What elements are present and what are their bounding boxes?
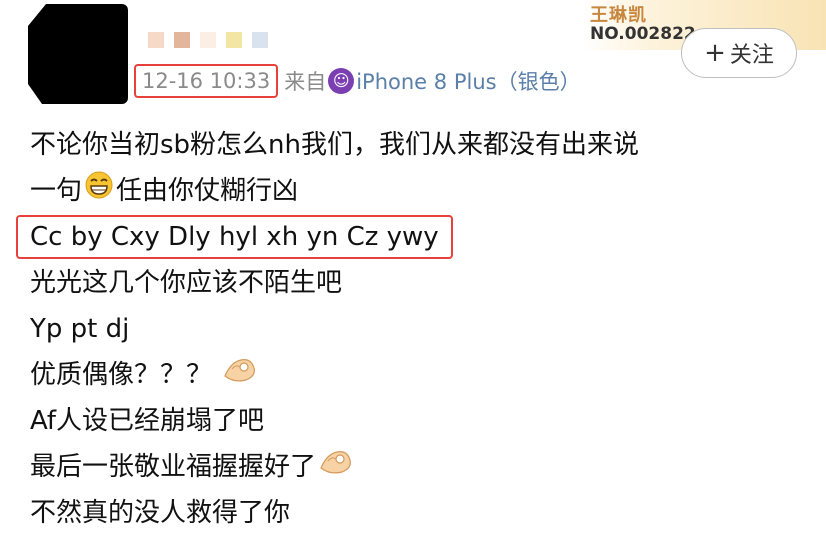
devil-emoji-icon: ☺ (328, 68, 355, 94)
source-prefix: 来自 (284, 70, 327, 94)
post-line-7: Af人设已经崩塌了吧 (30, 406, 265, 436)
post-line-2-rest: 任由你仗糊行凶 (116, 176, 299, 206)
post-line-8: 最后一张敬业福握握好了 (30, 444, 820, 490)
post-line-8-text: 最后一张敬业福握握好了 (30, 452, 317, 482)
post-line-3: Cc by Cxy Dly hyl xh yn Cz ywy (16, 214, 820, 260)
ok-hand-icon (318, 445, 354, 491)
post-line-9: 不然真的没人救得了你 (30, 498, 291, 528)
post-line-6-text: 优质偶像？？？ (30, 360, 213, 390)
post-line-5: Yp pt dj (30, 314, 130, 344)
device-link[interactable]: iPhone 8 Plus（银色） (356, 66, 580, 96)
badge-number: NO.002822 (590, 24, 696, 44)
post-line-6: 优质偶像？？？ (30, 352, 820, 398)
ok-hand-icon (222, 353, 258, 399)
post-line-1: 不论你当初sb粉怎么nh我们，我们从来都没有出来说 (30, 130, 640, 160)
post-meta: 12-16 10:33 来自 ☺ iPhone 8 Plus（银色） (134, 64, 581, 98)
plus-icon: + (704, 38, 726, 68)
post-line-2: 一句 任由你仗糊行凶 (30, 168, 820, 214)
follow-button[interactable]: + 关注 (681, 28, 797, 78)
post-body: 不论你当初sb粉怎么nh我们，我们从来都没有出来说 一句 任由你仗糊行凶 Cc … (16, 122, 820, 536)
grinning-face-icon (84, 169, 114, 215)
post-line-2-text: 一句 (30, 176, 83, 206)
avatar[interactable] (28, 4, 128, 104)
timestamp: 12-16 10:33 (134, 64, 279, 98)
username-mosaic[interactable] (148, 32, 268, 48)
follow-label: 关注 (729, 43, 774, 68)
post-line-4: 光光这几个你应该不陌生吧 (30, 268, 343, 298)
highlighted-text: Cc by Cxy Dly hyl xh yn Cz ywy (16, 215, 453, 259)
